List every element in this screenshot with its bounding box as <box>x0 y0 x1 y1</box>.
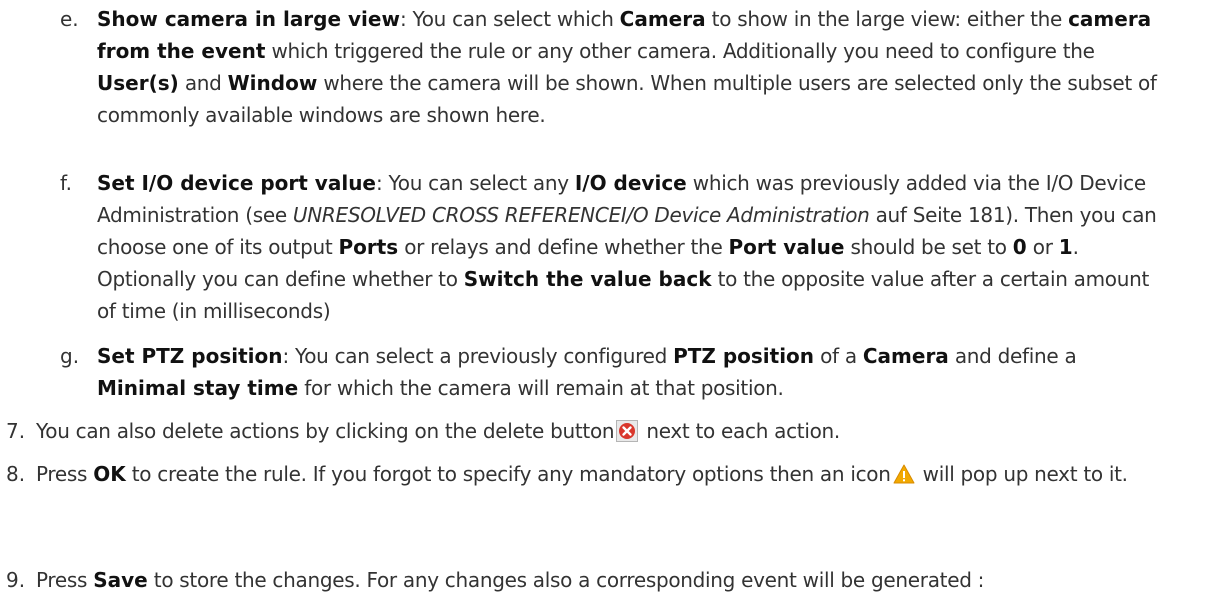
list-marker: f. <box>60 171 72 195</box>
list-item-set-ptz: g. Set PTZ position: You can select a pr… <box>60 340 1170 404</box>
step-number: 9. <box>6 568 26 592</box>
item-title: Set I/O device port value <box>97 171 376 195</box>
list-marker: g. <box>60 344 80 368</box>
list-item-text: Show camera in large view: You can selec… <box>97 7 1157 127</box>
document-page: e. Show camera in large view: You can se… <box>0 0 1215 607</box>
list-item-text: Set PTZ position: You can select a previ… <box>97 344 1077 400</box>
step-7: 7. You can also delete actions by clicki… <box>6 415 1206 447</box>
list-marker: e. <box>60 7 79 31</box>
step-text: Press OK to create the rule. If you forg… <box>36 462 1128 486</box>
step-number: 7. <box>6 419 26 443</box>
item-title: Set PTZ position <box>97 344 283 368</box>
step-9: 9. Press Save to store the changes. For … <box>6 564 1206 596</box>
list-item-text: Set I/O device port value: You can selec… <box>97 171 1157 323</box>
step-8: 8. Press OK to create the rule. If you f… <box>6 458 1206 490</box>
cross-reference-link[interactable]: UNRESOLVED CROSS REFERENCEI/O Device Adm… <box>293 203 870 227</box>
item-title: Show camera in large view <box>97 7 400 31</box>
step-text: You can also delete actions by clicking … <box>36 419 840 443</box>
list-item-show-camera: e. Show camera in large view: You can se… <box>60 3 1170 131</box>
list-item-set-io-port: f. Set I/O device port value: You can se… <box>60 167 1170 327</box>
warning-icon <box>893 464 915 484</box>
step-number: 8. <box>6 462 26 486</box>
delete-icon <box>616 420 639 442</box>
step-text: Press Save to store the changes. For any… <box>36 568 985 592</box>
